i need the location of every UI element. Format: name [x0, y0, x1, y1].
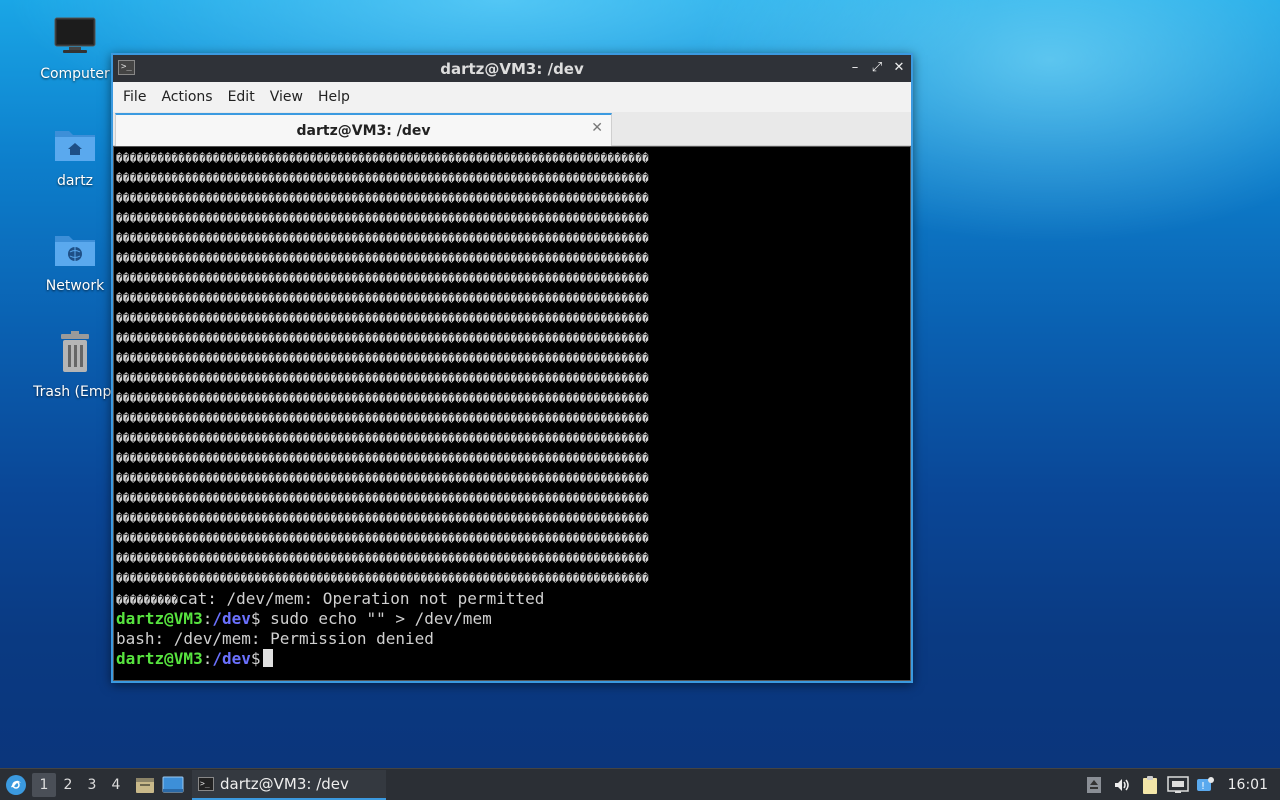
workspace-4[interactable]: 4: [104, 773, 128, 797]
bash-error-text: bash: /dev/mem: Permission denied: [116, 629, 434, 648]
tab-terminal[interactable]: dartz@VM3: /dev ✕: [115, 113, 612, 146]
prompt-end: $: [250, 649, 261, 668]
garbage-line: ����������������������������������������…: [116, 172, 650, 185]
garbage-line: ����������������������������������������…: [116, 472, 650, 485]
window-title: dartz@VM3: /dev: [440, 59, 584, 78]
svg-text:!: !: [1201, 781, 1205, 792]
garbage-line: ����������������������������������������…: [116, 392, 650, 405]
prompt-user: dartz@VM3: [116, 609, 203, 628]
garbage-line: ����������������������������������������…: [116, 492, 650, 505]
prompt-user: dartz@VM3: [116, 649, 203, 668]
garbage-line: ����������������������������������������…: [116, 432, 650, 445]
cat-error-text: cat: /dev/mem: Operation not permitted: [178, 589, 545, 608]
tab-close-icon[interactable]: ✕: [591, 120, 603, 136]
menu-bar: File Actions Edit View Help: [113, 82, 911, 112]
clipboard-icon[interactable]: [1138, 773, 1162, 797]
terminal-cursor: [262, 649, 273, 667]
task-label: dartz@VM3: /dev: [220, 774, 349, 793]
binary-garbage-output: ����������������������������������������…: [116, 149, 910, 589]
garbage-line: ����������������������������������������…: [116, 232, 650, 245]
system-tray: ! 16:01: [1082, 769, 1280, 800]
menu-file[interactable]: File: [123, 89, 161, 105]
garbage-line: ����������������������������������������…: [116, 572, 650, 585]
garbage-line: ����������������������������������������…: [116, 192, 650, 205]
terminal-line: dartz@VM3:/dev$: [116, 649, 910, 669]
garbage-line: ����������������������������������������…: [116, 292, 650, 305]
start-menu-button[interactable]: [0, 769, 32, 800]
garbage-line: ����������������������������������������…: [116, 312, 650, 325]
window-controls: – ⤢ ✕: [847, 59, 907, 77]
workspace-3[interactable]: 3: [80, 773, 104, 797]
garbage-line: ����������������������������������������…: [116, 272, 650, 285]
tray-updates-icon[interactable]: [1082, 773, 1106, 797]
tab-bar: dartz@VM3: /dev ✕: [113, 112, 911, 146]
terminal-output[interactable]: ����������������������������������������…: [113, 146, 911, 681]
taskbar: 1 2 3 4 >_ dartz@VM3: /dev ! 16:01: [0, 768, 1280, 800]
garbage-line: ����������������������������������������…: [116, 332, 650, 345]
terminal-app-icon: >_: [118, 60, 135, 75]
garbage-line: ����������������������������������������…: [116, 552, 650, 565]
prompt-end: $: [250, 609, 261, 628]
menu-actions[interactable]: Actions: [161, 89, 227, 105]
network-connection-icon[interactable]: [1166, 773, 1190, 797]
garbage-line: ����������������������������������������…: [116, 352, 650, 365]
maximize-icon[interactable]: ⤢: [869, 59, 885, 77]
terminal-task-icon: >_: [198, 776, 214, 791]
garbage-line: ����������������������������������������…: [116, 252, 650, 265]
close-icon[interactable]: ✕: [891, 59, 907, 77]
garbage-line: ����������������������������������������…: [116, 452, 650, 465]
clock[interactable]: 16:01: [1228, 777, 1268, 793]
garbage-line: ����������������������������������������…: [116, 532, 650, 545]
lubuntu-logo-icon: [6, 774, 26, 795]
terminal-line: ���������cat: /dev/mem: Operation not pe…: [116, 589, 910, 609]
workspace-1[interactable]: 1: [32, 772, 56, 797]
prompt-sep: :: [202, 609, 213, 628]
workspace-2[interactable]: 2: [56, 773, 80, 797]
menu-view[interactable]: View: [270, 89, 318, 105]
terminal-line: dartz@VM3:/dev$ sudo echo "" > /dev/mem: [116, 609, 910, 629]
terminal-line: bash: /dev/mem: Permission denied: [116, 629, 910, 649]
file-manager-launcher-icon[interactable]: [134, 774, 156, 796]
prompt-path: /dev: [212, 609, 251, 628]
command-text: sudo echo "" > /dev/mem: [260, 609, 492, 628]
terminal-window[interactable]: >_ dartz@VM3: /dev – ⤢ ✕ File Actions Ed…: [111, 53, 913, 683]
prompt-sep: :: [202, 649, 213, 668]
show-desktop-icon[interactable]: [162, 774, 184, 796]
minimize-icon[interactable]: –: [847, 59, 863, 77]
menu-help[interactable]: Help: [318, 89, 365, 105]
tab-label: dartz@VM3: /dev: [296, 122, 431, 139]
taskbar-task-terminal[interactable]: >_ dartz@VM3: /dev: [192, 769, 386, 800]
notification-icon[interactable]: !: [1194, 773, 1218, 797]
garbage-line: ����������������������������������������…: [116, 412, 650, 425]
garbage-line: ����������������������������������������…: [116, 512, 650, 525]
window-titlebar[interactable]: >_ dartz@VM3: /dev – ⤢ ✕: [113, 55, 911, 82]
garbage-line: ����������������������������������������…: [116, 372, 650, 385]
garbage-line: ����������������������������������������…: [116, 212, 650, 225]
menu-edit[interactable]: Edit: [228, 89, 270, 105]
garbage-tail: ���������: [116, 594, 179, 607]
garbage-line: ����������������������������������������…: [116, 152, 650, 165]
volume-icon[interactable]: [1110, 773, 1134, 797]
prompt-path: /dev: [212, 649, 251, 668]
